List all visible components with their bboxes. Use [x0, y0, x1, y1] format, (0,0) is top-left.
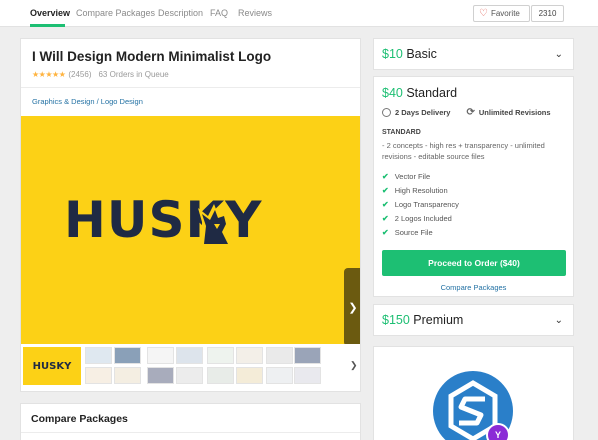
thumbnail-logo-text: HUSKY [32, 360, 72, 372]
tab-reviews[interactable]: Reviews [238, 8, 272, 18]
favorite-button[interactable]: ♡ Favorite [473, 5, 530, 22]
delivery-time-label: 2 Days Delivery [395, 108, 451, 117]
package-label: STANDARD [382, 129, 421, 136]
thumbnail[interactable] [85, 367, 112, 384]
star-rating-icon: ★★★★★ [32, 70, 66, 79]
check-icon: ✔ [382, 185, 389, 195]
thumbnail-active[interactable]: HUSKY [23, 347, 81, 385]
feature-label: High Resolution [394, 185, 448, 195]
check-icon: ✔ [382, 171, 389, 181]
package-premium[interactable]: $150 Premium ⌄ [373, 304, 574, 336]
thumbnail[interactable] [147, 367, 174, 384]
check-icon: ✔ [382, 199, 389, 209]
thumbnail[interactable] [294, 347, 321, 364]
divider [21, 432, 360, 433]
package-premium-price: $150 [382, 313, 410, 327]
breadcrumb[interactable]: Graphics & Design / Logo Design [32, 97, 143, 106]
thumbnail[interactable] [114, 367, 141, 384]
check-icon: ✔ [382, 227, 389, 237]
feature-label: Vector File [394, 171, 431, 181]
favorite-count: 2310 [531, 5, 564, 22]
thumbnail[interactable] [236, 347, 263, 364]
proceed-to-order-button[interactable]: Proceed to Order ($40) [382, 250, 566, 276]
chevron-down-icon[interactable]: ⌄ [555, 49, 563, 60]
thumbnail[interactable] [266, 347, 293, 364]
feature-label: Logo Transparency [394, 199, 459, 209]
thumbnail[interactable] [114, 347, 141, 364]
heart-icon: ♡ [479, 7, 488, 19]
gig-title: I Will Design Modern Minimalist Logo [32, 49, 272, 64]
package-standard-price: $40 [382, 86, 403, 100]
divider [21, 87, 360, 88]
tab-description[interactable]: Description [158, 8, 203, 18]
package-premium-name: Premium [413, 313, 464, 327]
revisions: ⟳ Unlimited Revisions [466, 107, 550, 118]
feature-list: ✔ Vector File ✔ High Resolution ✔ Logo Tran… [382, 169, 459, 239]
gig-gallery-image: HUSKY ❯ [21, 116, 360, 344]
check-icon: ✔ [382, 213, 389, 223]
package-basic-header: $10 Basic [382, 47, 437, 61]
thumbnail[interactable] [236, 367, 263, 384]
favorite-label: Favorite [490, 9, 520, 18]
package-basic-name: Basic [406, 47, 437, 61]
thumbnail[interactable] [207, 347, 234, 364]
feature-label: Source File [394, 227, 433, 237]
delivery-time: 2 Days Delivery [382, 107, 450, 118]
refresh-icon: ⟳ [466, 107, 475, 118]
thumbnail[interactable] [176, 347, 203, 364]
thumbnail[interactable] [294, 367, 321, 384]
feature-item: ✔ High Resolution [382, 183, 459, 197]
top-nav: Overview Compare Packages Description FA… [0, 0, 598, 27]
compare-packages-title: Compare Packages [31, 413, 128, 425]
thumbnail[interactable] [176, 367, 203, 384]
seller-card: Y [373, 346, 574, 440]
feature-item: ✔ 2 Logos Included [382, 211, 459, 225]
package-meta: 2 Days Delivery ⟳ Unlimited Revisions [382, 107, 551, 118]
tab-faq[interactable]: FAQ [210, 8, 228, 18]
chevron-down-icon[interactable]: ⌄ [555, 315, 563, 326]
package-basic-price: $10 [382, 47, 403, 61]
feature-item: ✔ Logo Transparency [382, 197, 459, 211]
rating-row: ★★★★★ (2456) 63 Orders in Queue [32, 70, 169, 79]
package-basic[interactable]: $10 Basic ⌄ [373, 38, 574, 70]
clock-icon [382, 108, 391, 117]
package-description: - 2 concepts - high res + transparency -… [382, 141, 545, 161]
tab-overview[interactable]: Overview [30, 8, 70, 18]
package-standard: $40 Standard 2 Days Delivery ⟳ Unlimited… [373, 76, 574, 297]
feature-item: ✔ Source File [382, 225, 459, 239]
gallery-next-arrow[interactable]: ❯ [344, 268, 360, 344]
package-standard-header: $40 Standard [382, 86, 457, 100]
orders-in-queue: 63 Orders in Queue [98, 70, 169, 79]
thumbnails-next-icon[interactable]: ❯ [350, 360, 358, 371]
thumbnail[interactable] [147, 347, 174, 364]
tab-compare-packages[interactable]: Compare Packages [76, 8, 155, 18]
compare-packages-link[interactable]: Compare Packages [374, 283, 573, 292]
gallery-thumbnails: HUSKY ❯ [21, 345, 360, 391]
package-premium-header: $150 Premium [382, 313, 463, 327]
feature-label: 2 Logos Included [394, 213, 452, 223]
rating-count: (2456) [68, 70, 92, 79]
thumbnail[interactable] [266, 367, 293, 384]
revisions-label: Unlimited Revisions [478, 108, 551, 117]
seller-level-badge-icon: Y [486, 423, 510, 440]
feature-item: ✔ Vector File [382, 169, 459, 183]
package-standard-name: Standard [406, 86, 458, 100]
gig-card: I Will Design Modern Minimalist Logo ★★★… [20, 38, 361, 392]
compare-packages-section: Compare Packages [20, 403, 361, 440]
active-tab-indicator [30, 24, 65, 27]
thumbnail[interactable] [207, 367, 234, 384]
husky-dog-icon [198, 204, 232, 244]
thumbnail[interactable] [85, 347, 112, 364]
